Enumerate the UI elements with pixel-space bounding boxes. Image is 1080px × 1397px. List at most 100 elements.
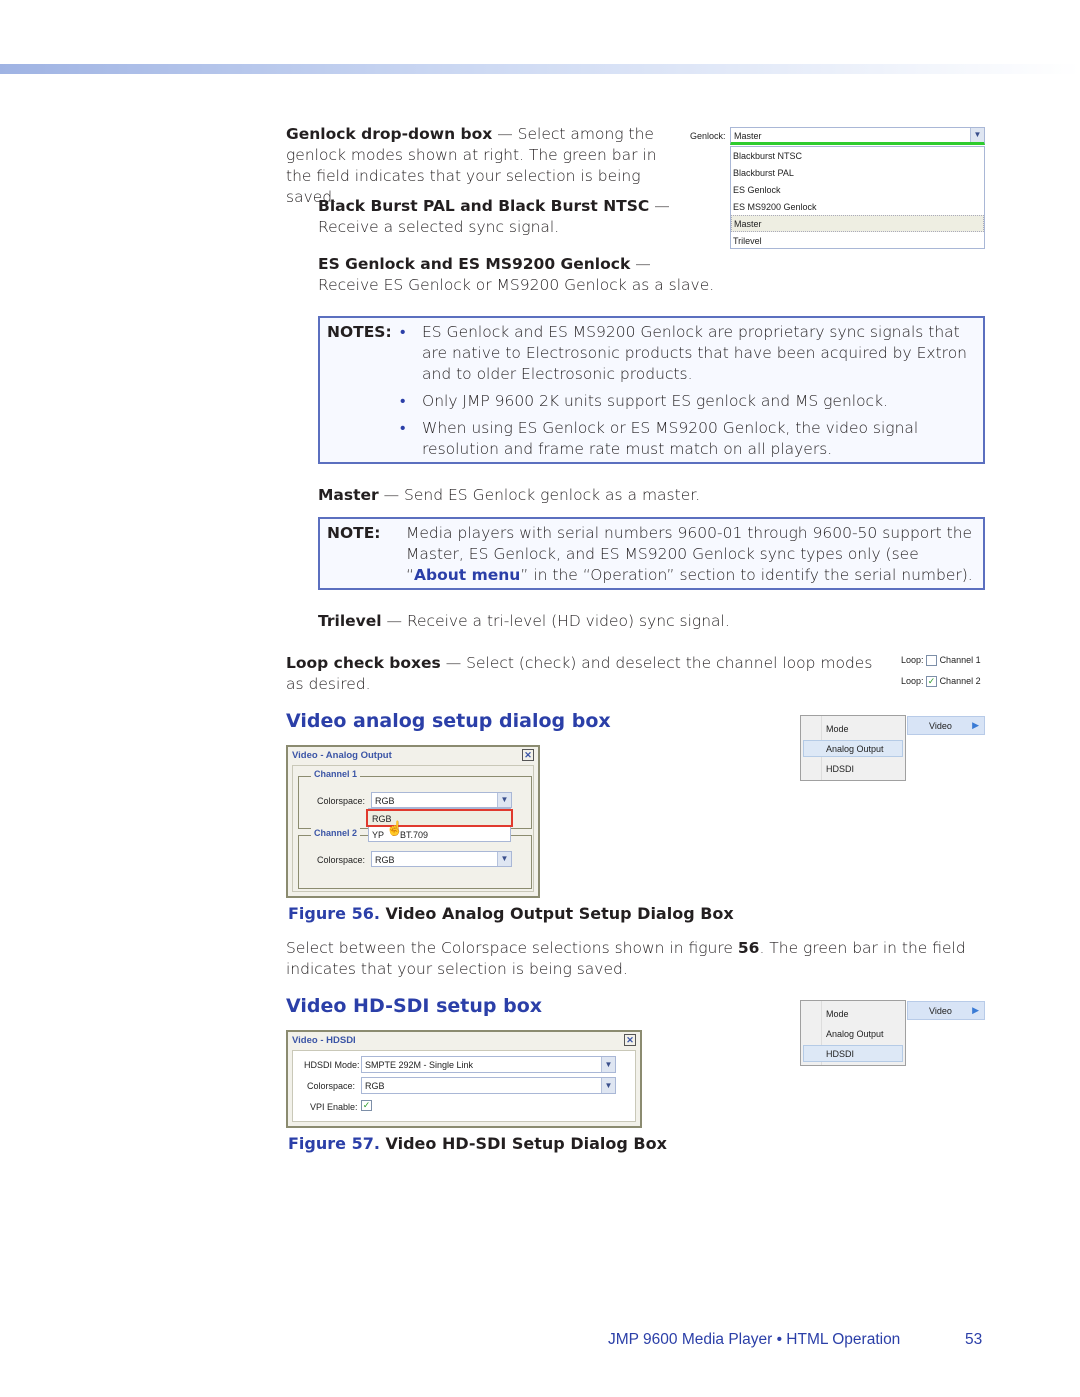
figure-57-caption: Figure 57. Video HD-SDI Setup Dialog Box — [288, 1134, 667, 1153]
header-gradient-bar — [0, 64, 1080, 74]
colorspace-select[interactable]: RGB ▼ — [361, 1077, 616, 1094]
option-ypbpr[interactable]: YP — [372, 830, 384, 840]
term: Black Burst PAL and Black Burst NTSC — [318, 197, 650, 215]
hdsdi-dialog: Video - HDSDI ✕ HDSDI Mode: SMPTE 292M - … — [286, 1030, 642, 1128]
title-text: Video - Analog Output — [292, 750, 392, 761]
es-paragraph: ES Genlock and ES MS9200 Genlock — Receiv… — [318, 254, 738, 296]
chevron-down-icon[interactable]: ▼ — [497, 793, 511, 807]
menu-item-mode[interactable]: Mode — [826, 1009, 849, 1019]
page-number: 53 — [965, 1331, 983, 1348]
desc: Receive a selected sync signal. — [318, 218, 560, 236]
note-text: Only JMP 9600 2K units support ES genloc… — [422, 392, 888, 410]
master-paragraph: Master — Send ES Genlock genlock as a ma… — [318, 485, 700, 506]
dialog-title: Video - HDSDI ✕ — [288, 1032, 640, 1049]
loop-label: Loop: — [901, 676, 924, 686]
hand-pointer-icon: ☝ — [386, 820, 404, 836]
note-label: NOTE: — [327, 524, 381, 542]
note-text: When using ES Genlock or ES MS9200 Genlo… — [422, 419, 919, 458]
analog-output-dialog: Video - Analog Output ✕ Channel 1 Colorsp… — [286, 745, 540, 898]
analog-body: Select between the Colorspace selections… — [286, 938, 976, 980]
loop-checkbox-2[interactable]: ✓ — [926, 676, 938, 688]
chevron-down-icon[interactable]: ▼ — [601, 1078, 615, 1093]
caret-right-icon: ▶ — [972, 1005, 979, 1015]
chevron-down-icon[interactable]: ▼ — [601, 1057, 615, 1072]
loop-checkbox-1[interactable] — [926, 655, 938, 667]
option[interactable]: ES MS9200 Genlock — [733, 202, 817, 212]
colorspace-select-2[interactable]: RGB ▼ — [371, 851, 512, 867]
channel-2-group: Channel 2 Colorspace: RGB ▼ — [298, 828, 532, 889]
menu-item-hdsdi[interactable]: HDSDI — [826, 1049, 854, 1059]
term: Loop check boxes — [286, 654, 441, 672]
desc: — Receive a tri-level (HD video) sync si… — [381, 612, 730, 630]
chevron-down-icon[interactable]: ▼ — [970, 128, 984, 142]
notes-label: NOTES: — [327, 323, 392, 341]
term: Master — [318, 486, 379, 504]
close-icon[interactable]: ✕ — [624, 1034, 636, 1046]
field-label: Colorspace: — [307, 1081, 356, 1091]
text: ” in the “Operation” section to identify… — [520, 566, 973, 584]
desc: Receive ES Genlock or MS9200 Genlock as … — [318, 276, 715, 294]
note-text: ES Genlock and ES MS9200 Genlock are pro… — [422, 323, 967, 383]
group-label: Channel 1 — [311, 769, 361, 779]
menu-video[interactable]: Video ▶ — [907, 716, 985, 735]
menu-item-analog-output[interactable]: Analog Output — [826, 1029, 884, 1039]
title-text: Video - HDSDI — [292, 1035, 356, 1046]
genlock-options-list: Blackburst NTSC Blackburst PAL ES Genloc… — [730, 146, 985, 249]
field-label: Colorspace: — [317, 796, 366, 806]
channel-label: Channel 2 — [939, 676, 981, 686]
genlock-dropdown[interactable]: Master ▼ — [730, 127, 985, 145]
value: RGB — [375, 796, 395, 806]
loop-paragraph: Loop check boxes — Select (check) and de… — [286, 653, 876, 695]
notes-box: NOTES: • ES Genlock and ES MS9200 Genlock… — [318, 316, 985, 464]
option-ypbpr-tail: BT.709 — [400, 830, 429, 840]
value: SMPTE 292M - Single Link — [365, 1060, 474, 1070]
colorspace-select-1[interactable]: RGB ▼ — [371, 792, 512, 808]
figure-56-caption: Figure 56. Video Analog Output Setup Dia… — [288, 904, 734, 923]
value: RGB — [365, 1081, 385, 1091]
chevron-down-icon[interactable]: ▼ — [497, 852, 511, 866]
close-icon[interactable]: ✕ — [522, 749, 534, 761]
field-label: VPI Enable: — [310, 1102, 358, 1112]
option[interactable]: Blackburst NTSC — [733, 151, 802, 161]
section-heading-hdsdi: Video HD-SDI setup box — [286, 995, 543, 1017]
option-highlighted[interactable]: Master — [731, 215, 984, 232]
menu-label: Video — [929, 1006, 952, 1016]
note-item: • When using ES Genlock or ES MS9200 Genl… — [400, 419, 919, 458]
option[interactable]: Trilevel — [733, 236, 762, 246]
colorspace-options: RGB YP BT.709 ☝ — [366, 808, 513, 842]
group-label: Channel 2 — [311, 828, 361, 838]
fig-title: Video HD-SDI Setup Dialog Box — [379, 1134, 667, 1153]
term: ES Genlock and ES MS9200 Genlock — [318, 255, 631, 273]
option[interactable]: Blackburst PAL — [733, 168, 794, 178]
field-label: Colorspace: — [317, 855, 366, 865]
value: RGB — [375, 855, 395, 865]
menu-item-hdsdi[interactable]: HDSDI — [826, 764, 854, 774]
menu-item-mode[interactable]: Mode — [826, 724, 849, 734]
loop-label: Loop: — [901, 655, 924, 665]
desc: — Send ES Genlock genlock as a master. — [378, 486, 701, 504]
note-item: • Only JMP 9600 2K units support ES genlo… — [400, 392, 888, 410]
video-submenu: Mode Analog Output HDSDI — [800, 715, 906, 781]
loop-channel-1: Loop: Channel 1 — [901, 655, 981, 667]
text: Select between the Colorspace selections… — [286, 939, 738, 957]
option[interactable]: ES Genlock — [733, 185, 781, 195]
menu-label: Video — [929, 721, 952, 731]
menu-item-analog-output[interactable]: Analog Output — [826, 744, 884, 754]
vpi-enable-checkbox[interactable]: ✓ — [361, 1100, 372, 1111]
fig-ref: 56 — [737, 939, 760, 957]
about-menu-link[interactable]: About menu — [414, 566, 520, 584]
fig-title: Video Analog Output Setup Dialog Box — [379, 904, 734, 923]
caret-right-icon: ▶ — [972, 720, 979, 730]
dialog-title: Video - Analog Output ✕ — [288, 747, 538, 764]
fig-num: Figure 56. — [288, 904, 380, 923]
hdsdi-mode-select[interactable]: SMPTE 292M - Single Link ▼ — [361, 1056, 616, 1073]
sep: — — [649, 197, 670, 215]
field-label: HDSDI Mode: — [304, 1060, 360, 1070]
sep: — — [630, 255, 651, 273]
note-box: NOTE: Media players with serial numbers … — [318, 517, 985, 590]
video-submenu: Mode Analog Output HDSDI — [800, 1000, 906, 1066]
genlock-label: Genlock: — [690, 131, 726, 141]
term: Genlock drop-down box — [286, 125, 493, 143]
genlock-value: Master — [734, 131, 762, 141]
menu-video[interactable]: Video ▶ — [907, 1001, 985, 1020]
